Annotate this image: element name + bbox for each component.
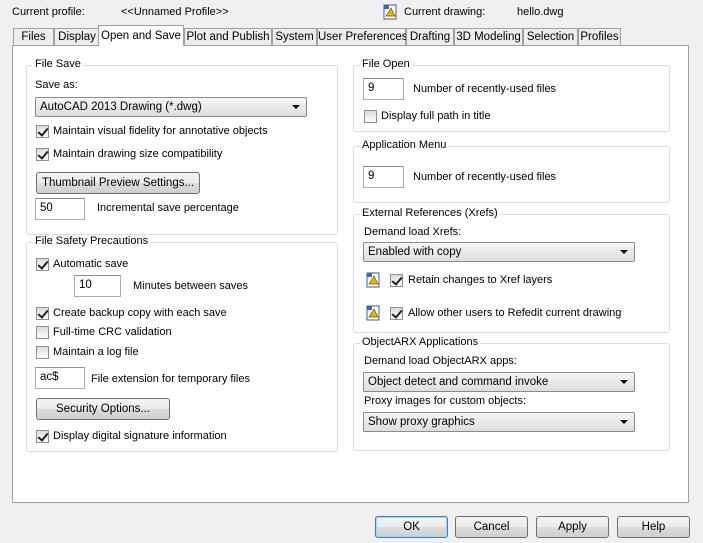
objectarx-title: ObjectARX Applications <box>360 336 481 348</box>
demand-load-objectarx-label: Demand load ObjectARX apps: <box>364 355 517 367</box>
security-options-button[interactable]: Security Options... <box>36 398 170 420</box>
thumbnail-preview-settings-button[interactable]: Thumbnail Preview Settings... <box>36 172 200 194</box>
app-menu-recent-files-label: Number of recently-used files <box>413 171 557 183</box>
demand-load-xrefs-dropdown[interactable]: Enabled with copy <box>363 242 635 262</box>
tab-open-and-save[interactable]: Open and Save <box>98 25 184 46</box>
allow-refedit-label: Allow other users to Refedit current dra… <box>408 307 622 319</box>
retain-xref-changes-checkbox[interactable] <box>390 274 403 287</box>
tab-display[interactable]: Display <box>54 28 100 45</box>
file-open-group: File Open 9 Number of recently-used file… <box>353 58 670 132</box>
demand-load-objectarx-value: Object detect and command invoke <box>368 376 549 388</box>
incremental-save-input[interactable]: 50 <box>35 198 85 220</box>
current-drawing-value: hello.dwg <box>517 6 564 18</box>
file-save-group: File Save Save as: AutoCAD 2013 Drawing … <box>26 58 338 235</box>
app-menu-recent-files-input[interactable]: 9 <box>363 166 404 188</box>
xrefs-title: External References (Xrefs) <box>360 207 500 219</box>
crc-validation-label: Full-time CRC validation <box>53 326 172 338</box>
allow-refedit-checkbox[interactable] <box>390 307 403 320</box>
backup-copy-checkbox[interactable] <box>36 307 49 320</box>
tab-user-preferences[interactable]: User Preferences <box>317 28 407 45</box>
save-as-value: AutoCAD 2013 Drawing (*.dwg) <box>40 101 202 113</box>
current-drawing-label: Current drawing: <box>404 6 486 18</box>
proxy-images-label: Proxy images for custom objects: <box>364 395 527 407</box>
minutes-between-saves-input[interactable]: 10 <box>74 275 121 297</box>
temp-file-extension-label: File extension for temporary files <box>91 373 250 385</box>
tab-profiles[interactable]: Profiles <box>578 28 621 45</box>
incremental-save-label: Incremental save percentage <box>97 202 239 214</box>
proxy-images-dropdown[interactable]: Show proxy graphics <box>363 412 635 432</box>
automatic-save-label: Automatic save <box>53 258 129 270</box>
apply-button[interactable]: Apply <box>536 516 609 538</box>
chevron-down-icon <box>620 420 628 424</box>
current-profile-value: <<Unnamed Profile>> <box>121 6 229 18</box>
full-path-label: Display full path in title <box>381 110 491 122</box>
demand-load-xrefs-value: Enabled with copy <box>368 246 462 258</box>
ok-button[interactable]: OK <box>375 516 448 538</box>
save-as-label: Save as: <box>35 79 78 91</box>
chevron-down-icon <box>292 105 300 109</box>
drawing-file-icon <box>366 305 380 321</box>
demand-load-objectarx-dropdown[interactable]: Object detect and command invoke <box>363 372 635 392</box>
log-file-label: Maintain a log file <box>53 346 139 358</box>
tab-plot-and-publish[interactable]: Plot and Publish <box>184 28 272 45</box>
temp-file-extension-input[interactable]: ac$ <box>35 367 85 389</box>
drawing-size-checkbox[interactable] <box>36 148 49 161</box>
retain-xref-changes-label: Retain changes to Xref layers <box>408 274 553 286</box>
application-menu-title: Application Menu <box>360 139 449 151</box>
drawing-size-label: Maintain drawing size compatibility <box>53 148 223 160</box>
log-file-checkbox[interactable] <box>36 346 49 359</box>
visual-fidelity-label: Maintain visual fidelity for annotative … <box>53 125 268 137</box>
save-as-dropdown[interactable]: AutoCAD 2013 Drawing (*.dwg) <box>35 97 307 117</box>
chevron-down-icon <box>620 380 628 384</box>
crc-validation-checkbox[interactable] <box>36 326 49 339</box>
help-button[interactable]: Help <box>617 516 690 538</box>
objectarx-group: ObjectARX Applications Demand load Objec… <box>353 336 670 451</box>
backup-copy-label: Create backup copy with each save <box>53 307 227 319</box>
tab-3d-modeling[interactable]: 3D Modeling <box>454 28 523 45</box>
tab-files[interactable]: Files <box>13 28 54 45</box>
full-path-checkbox[interactable] <box>364 110 377 123</box>
xrefs-group: External References (Xrefs) Demand load … <box>353 207 670 333</box>
tab-drafting[interactable]: Drafting <box>406 28 454 45</box>
automatic-save-checkbox[interactable] <box>36 258 49 271</box>
recent-files-input[interactable]: 9 <box>363 78 404 100</box>
file-safety-group: File Safety Precautions Automatic save 1… <box>26 235 338 452</box>
demand-load-xrefs-label: Demand load Xrefs: <box>364 226 462 238</box>
digital-signature-label: Display digital signature information <box>53 430 227 442</box>
file-open-title: File Open <box>360 58 412 70</box>
recent-files-label: Number of recently-used files <box>413 83 557 95</box>
current-profile-label: Current profile: <box>12 6 85 18</box>
visual-fidelity-checkbox[interactable] <box>36 125 49 138</box>
file-save-title: File Save <box>33 58 83 70</box>
drawing-file-icon <box>383 4 397 20</box>
file-safety-title: File Safety Precautions <box>33 235 151 247</box>
digital-signature-checkbox[interactable] <box>36 430 49 443</box>
tab-system[interactable]: System <box>272 28 317 45</box>
open-and-save-panel: File Save Save as: AutoCAD 2013 Drawing … <box>12 45 689 503</box>
tab-selection[interactable]: Selection <box>523 28 578 45</box>
cancel-button[interactable]: Cancel <box>455 516 528 538</box>
minutes-between-saves-label: Minutes between saves <box>133 280 248 292</box>
application-menu-group: Application Menu 9 Number of recently-us… <box>353 139 670 203</box>
chevron-down-icon <box>620 250 628 254</box>
drawing-file-icon <box>366 272 380 288</box>
proxy-images-value: Show proxy graphics <box>368 416 475 428</box>
